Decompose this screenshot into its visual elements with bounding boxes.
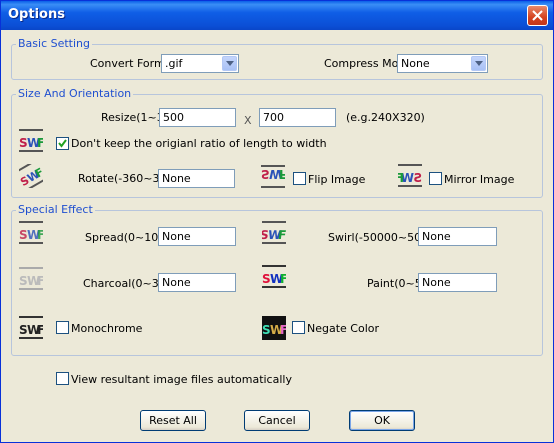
svg-text:F: F [37,136,43,150]
view-auto-label: View resultant image files automatically [71,373,292,386]
convert-format-value: .gif [165,57,183,70]
svg-text:F: F [280,323,286,337]
swf-monochrome-icon: S W F [19,316,43,339]
spread-input[interactable]: None [158,227,236,246]
swf-negate-icon: S W F [262,316,286,340]
rotate-input[interactable]: None [158,169,235,188]
paint-input[interactable]: None [418,273,497,292]
flip-image-checkbox[interactable] [293,172,306,185]
compress-mode-select[interactable]: None [397,54,488,73]
mirror-image-checkbox[interactable] [429,172,442,185]
swf-spread-icon: S W F [19,221,43,244]
reset-all-button[interactable]: Reset All [140,410,206,431]
options-dialog: Options Basic Setting Convert Format .gi… [0,0,554,443]
checkmark-icon [58,139,67,148]
special-effect-legend: Special Effect [16,203,95,216]
resize-height-input[interactable]: 700 [259,108,336,127]
close-icon [532,10,543,21]
swf-charcoal-icon: S W F [19,267,43,290]
window-title: Options [8,7,65,22]
basic-setting-legend: Basic Setting [16,37,93,50]
monochrome-label: Monochrome [71,322,143,335]
swirl-input[interactable]: None [418,227,497,246]
compress-mode-value: None [401,57,430,70]
keep-ratio-label: Don't keep the origianl ratio of length … [71,137,327,150]
resize-example-label: (e.g.240X320) [346,111,425,124]
swf-flip-icon: S W F [261,165,285,188]
svg-text:F: F [280,272,286,286]
view-auto-checkbox[interactable] [56,372,69,385]
swf-icon: S W F [19,129,43,152]
svg-text:F: F [279,167,285,181]
svg-text:F: F [37,323,43,337]
ok-button[interactable]: OK [349,410,415,431]
negate-color-checkbox[interactable] [292,321,305,334]
keep-ratio-checkbox[interactable] [56,137,69,150]
convert-format-select[interactable]: .gif [161,54,239,73]
cancel-button[interactable]: Cancel [244,410,310,431]
svg-text:F: F [37,274,43,288]
swf-mirror-icon: S W F [398,164,422,187]
chevron-down-icon [222,56,237,71]
resize-times-label: X [244,114,252,127]
charcoal-input[interactable]: None [158,273,236,292]
negate-color-label: Negate Color [307,322,380,335]
svg-text:F: F [37,228,43,242]
title-bar[interactable]: Options [1,1,553,30]
swf-swirl-icon: S W F [262,221,286,244]
resize-width-input[interactable]: 500 [159,108,236,127]
swf-rotate-icon: S W F [19,164,43,188]
mirror-image-label: Mirror Image [444,173,515,186]
size-orientation-legend: Size And Orientation [16,87,134,100]
chevron-down-icon [471,56,486,71]
flip-image-label: Flip Image [308,173,366,186]
monochrome-checkbox[interactable] [56,321,69,334]
swf-paint-icon: S W F [262,265,286,288]
close-button[interactable] [527,5,548,26]
svg-text:F: F [277,228,286,242]
svg-text:F: F [398,171,404,185]
